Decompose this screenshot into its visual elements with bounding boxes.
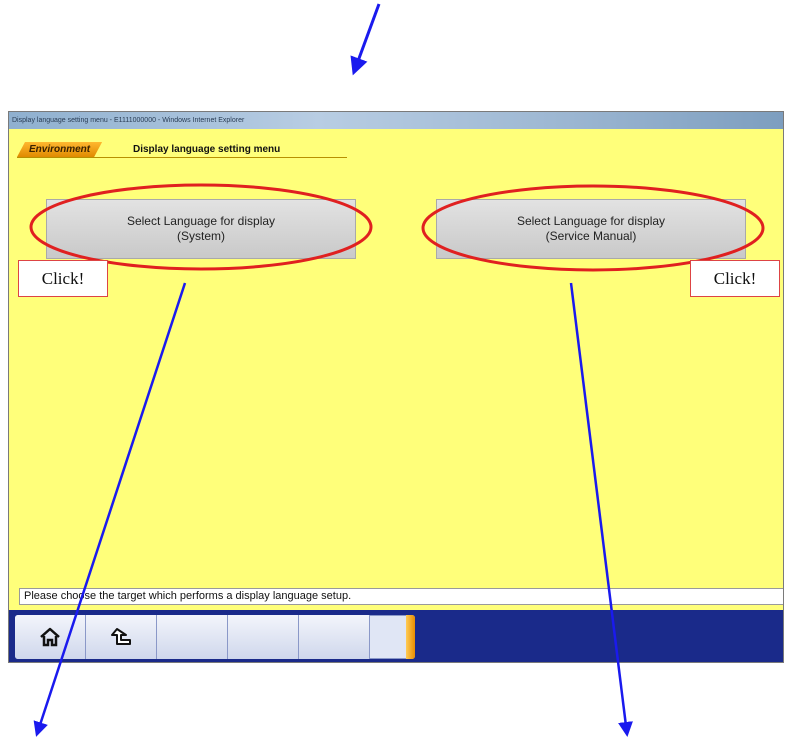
breadcrumb-underline: [17, 157, 347, 158]
button-label-line2: (System): [177, 229, 225, 243]
select-language-system-button[interactable]: Select Language for display (System): [46, 199, 356, 259]
select-language-service-manual-button[interactable]: Select Language for display (Service Man…: [436, 199, 746, 259]
return-arrow-icon: [111, 628, 131, 645]
toolbar-button-4[interactable]: [228, 615, 299, 659]
toolbar-button-strip: [15, 615, 415, 659]
window-title-bar: Display language setting menu - E1111000…: [9, 112, 783, 129]
back-button[interactable]: [86, 615, 157, 659]
button-label-line2: (Service Manual): [545, 229, 637, 243]
browser-window: Display language setting menu - E1111000…: [8, 111, 784, 663]
home-button[interactable]: [15, 615, 86, 659]
button-label-line1: Select Language for display: [516, 214, 666, 228]
button-label-line1: Select Language for display: [126, 214, 276, 228]
home-icon: [40, 627, 60, 647]
page-title: Display language setting menu: [133, 144, 281, 155]
click-callout-right: Click!: [690, 260, 780, 297]
toolbar-button-5[interactable]: [299, 615, 370, 659]
bottom-toolbar: [9, 610, 783, 662]
toolbar-button-3[interactable]: [157, 615, 228, 659]
status-bar: Please choose the target which performs …: [19, 588, 783, 605]
breadcrumb-environment-tab[interactable]: Environment: [17, 142, 102, 157]
click-callout-left: Click!: [18, 260, 108, 297]
toolbar-end-cap: [406, 615, 415, 659]
